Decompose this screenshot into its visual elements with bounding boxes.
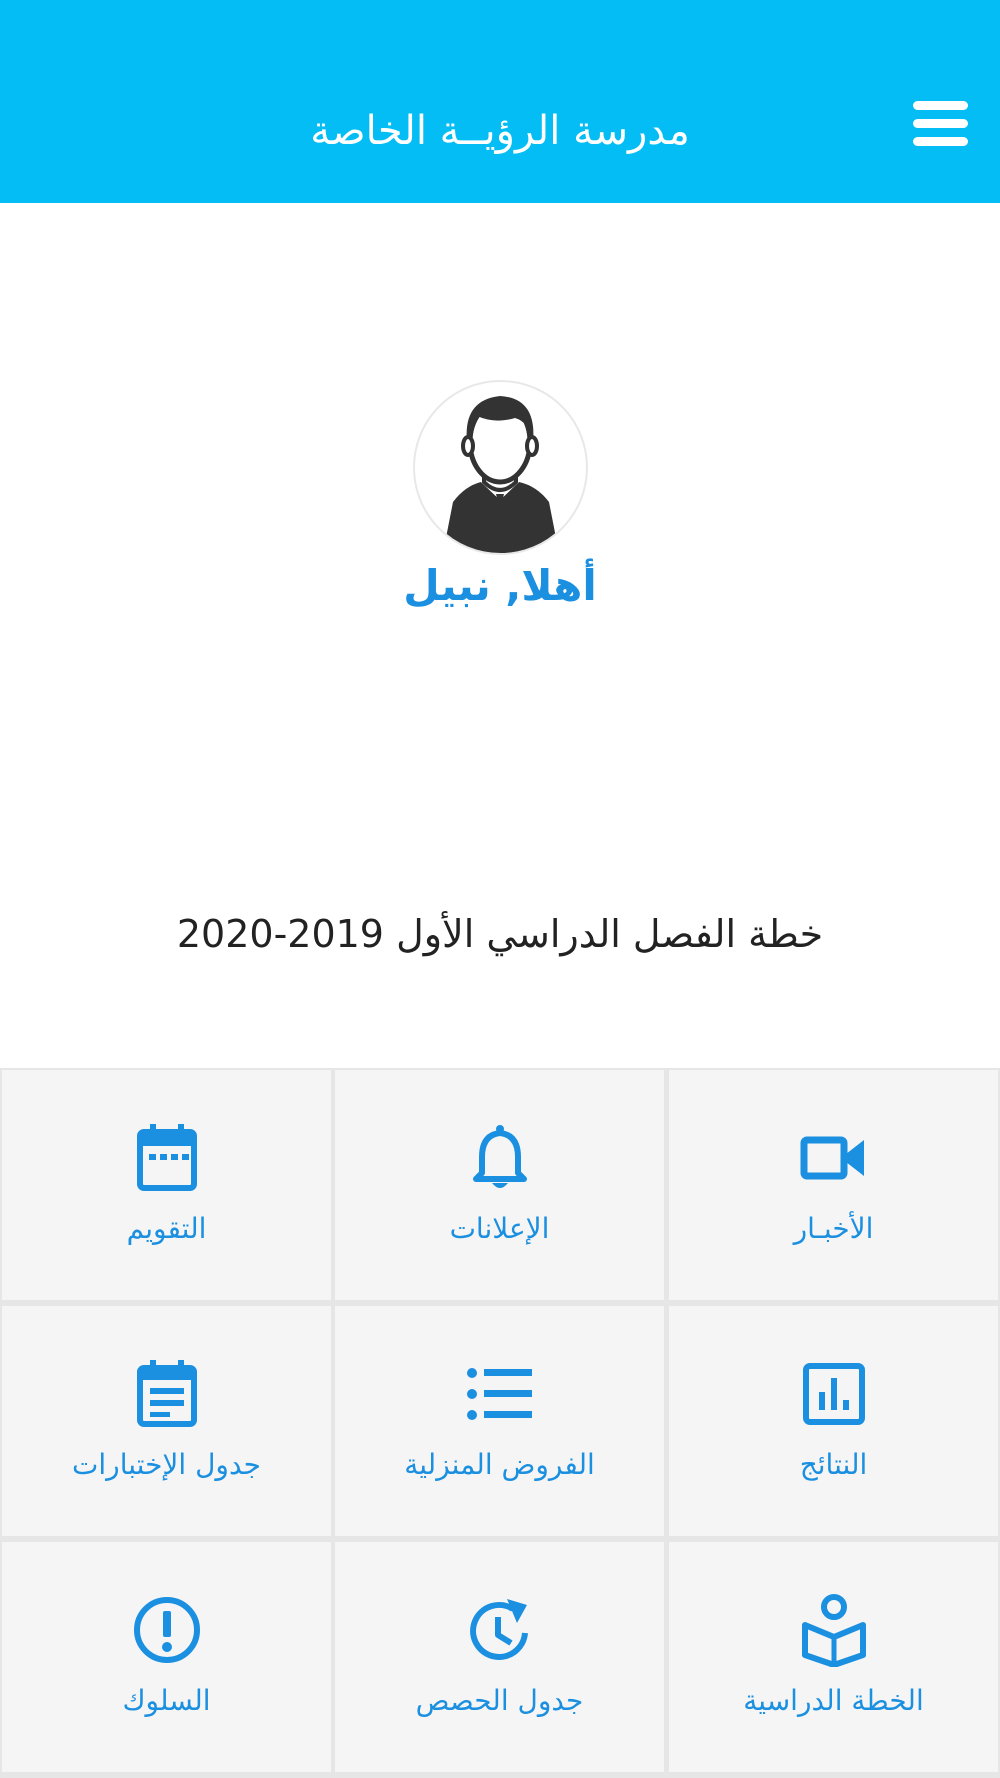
bell-icon: [472, 1125, 527, 1188]
app-header: [0, 0, 1000, 203]
semester-plan-title: خطة الفصل الدراسي الأول 2019-2020: [176, 912, 824, 956]
clock-refresh-icon: [469, 1599, 528, 1660]
tile-class-schedule[interactable]: جدول الحصص: [335, 1542, 664, 1772]
user-avatar-icon: [442, 396, 559, 553]
tile-results[interactable]: النتائج: [669, 1306, 998, 1536]
tile-label: الأخبـار: [793, 1212, 874, 1245]
bar-chart-icon: [802, 1363, 865, 1425]
tile-behavior[interactable]: السلوك: [2, 1542, 331, 1772]
list-icon: [466, 1368, 532, 1420]
tile-study-plan[interactable]: الخطة الدراسية: [669, 1542, 998, 1772]
tile-homework[interactable]: الفروض المنزلية: [335, 1306, 664, 1536]
schedule-icon: [136, 1360, 197, 1427]
menu-grid: الأخبـار الإعلانات التقويم النتائج الفرو…: [0, 1068, 1000, 1778]
greeting-text: أهلا, نبيل: [403, 561, 597, 610]
tile-announcements[interactable]: الإعلانات: [335, 1070, 664, 1300]
tile-label: جدول الإختبارات: [72, 1448, 261, 1481]
video-camera-icon: [800, 1136, 864, 1180]
tile-label: النتائج: [799, 1448, 868, 1481]
tile-label: جدول الحصص: [415, 1684, 584, 1717]
tile-calendar[interactable]: التقويم: [2, 1070, 331, 1300]
tile-label: الخطة الدراسية: [743, 1684, 924, 1717]
alert-circle-icon: [133, 1597, 200, 1663]
tile-exam-schedule[interactable]: جدول الإختبارات: [2, 1306, 331, 1536]
menu-button[interactable]: [905, 95, 977, 153]
tile-news[interactable]: الأخبـار: [669, 1070, 998, 1300]
profile-section: أهلا, نبيل: [0, 380, 1000, 610]
tile-label: التقويم: [126, 1212, 207, 1245]
avatar[interactable]: [412, 380, 588, 555]
book-reader-icon: [801, 1594, 866, 1667]
tile-label: الإعلانات: [449, 1212, 550, 1245]
tile-label: السلوك: [122, 1684, 211, 1717]
calendar-icon: [136, 1124, 197, 1191]
tile-label: الفروض المنزلية: [404, 1448, 595, 1481]
